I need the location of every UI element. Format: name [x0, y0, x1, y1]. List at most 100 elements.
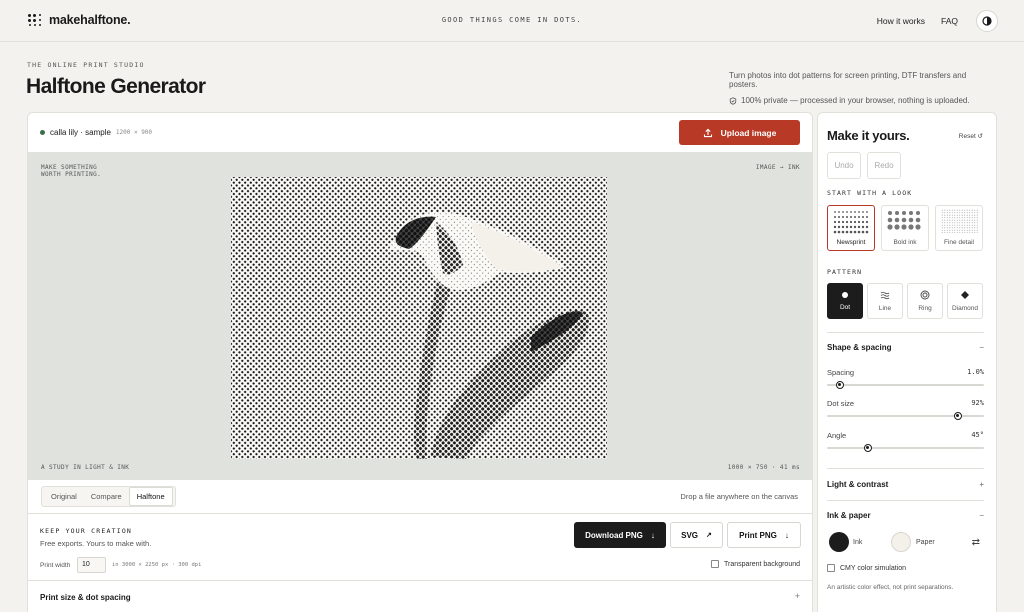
expand-icon: + — [979, 480, 984, 489]
theme-toggle-button[interactable] — [976, 10, 998, 32]
workspace-panel: calla lily · sample 1200 × 900 Upload im… — [27, 112, 813, 612]
angle-knob[interactable] — [864, 444, 873, 452]
pattern-diamond-label: Diamond — [951, 305, 978, 312]
canvas-caption-bottom-left: A STUDY IN LIGHT & INK — [41, 464, 130, 471]
paper-color-swatch[interactable] — [891, 532, 911, 552]
drop-hint: Drop a file anywhere on the canvas — [680, 492, 798, 501]
upload-image-button[interactable]: Upload image — [679, 120, 800, 145]
pattern-diamond[interactable]: Diamond — [947, 283, 983, 319]
angle-slider[interactable]: Angle 45° — [827, 431, 984, 452]
look-bold-ink[interactable]: Bold ink — [881, 205, 929, 251]
transparent-label: Transparent background — [723, 560, 800, 568]
tab-compare[interactable]: Compare — [84, 488, 129, 505]
spacing-value: 1.0% — [967, 368, 984, 376]
halftone-preview-image — [231, 177, 607, 459]
dot-size-knob[interactable] — [953, 412, 962, 420]
print-png-label: Print PNG — [739, 530, 777, 540]
collapse-icon: − — [979, 511, 984, 520]
reset-button[interactable]: Reset ↺ — [959, 132, 983, 140]
diamond-icon — [961, 291, 969, 299]
print-png-button[interactable]: Print PNG ↓ — [727, 522, 801, 548]
nav-how-it-works[interactable]: How it works — [877, 16, 925, 26]
bold-ink-preview-icon — [887, 211, 921, 230]
print-width-input[interactable]: 10 — [77, 557, 106, 573]
canvas-caption-top-left: MAKE SOMETHING WORTH PRINTING. — [41, 164, 102, 178]
spacing-label: Spacing — [827, 368, 855, 377]
dot-size-slider[interactable]: Dot size 92% — [827, 399, 984, 420]
look-fine-detail[interactable]: Fine detail — [935, 205, 983, 251]
angle-track[interactable] — [827, 447, 984, 449]
angle-value: 45° — [971, 431, 984, 439]
fine-detail-preview-icon — [941, 209, 979, 233]
redo-button[interactable]: Redo — [867, 152, 901, 179]
file-name: calla lily · sample — [50, 128, 111, 137]
download-png-label: Download PNG — [585, 530, 643, 540]
pattern-line[interactable]: Line — [867, 283, 903, 319]
eyebrow: THE ONLINE PRINT STUDIO — [27, 61, 145, 69]
pattern-dot-label: Dot — [839, 304, 851, 311]
controls-panel: Make it yours. Reset ↺ Undo Redo START W… — [817, 112, 997, 612]
shape-spacing-title: Shape & spacing — [827, 343, 892, 352]
shape-spacing-section[interactable]: Shape & spacing − — [827, 343, 984, 352]
spacing-knob[interactable] — [835, 381, 844, 389]
ring-icon — [920, 290, 930, 300]
expand-icon: + — [794, 591, 800, 601]
divider — [827, 500, 984, 501]
export-section: KEEP YOUR CREATION Free exports. Yours t… — [28, 513, 812, 612]
print-size-section[interactable]: Print size & dot spacing + — [28, 580, 812, 612]
look-fine-detail-label: Fine detail — [944, 239, 974, 246]
export-subtitle: Free exports. Yours to make with. — [40, 539, 152, 548]
dot-icon — [842, 292, 848, 298]
canvas-caption-top-right: IMAGE → INK — [755, 164, 800, 171]
svg-button[interactable]: SVG ↗ — [670, 522, 723, 548]
print-size-label: Print size & dot spacing — [40, 593, 131, 602]
ink-paper-section[interactable]: Ink & paper − — [827, 511, 984, 520]
cmy-toggle[interactable]: CMY color simulation — [827, 564, 906, 572]
print-width-label: Print width — [40, 562, 71, 569]
cmy-label: CMY color simulation — [840, 564, 907, 572]
canvas-caption-bottom-right: 1000 × 750 · 41 ms — [727, 464, 800, 471]
newsprint-preview-icon — [833, 211, 869, 234]
undo-button[interactable]: Undo — [827, 152, 861, 179]
privacy-note: 100% private — processed in your browser… — [741, 96, 970, 105]
look-bold-ink-label: Bold ink — [893, 239, 917, 246]
tab-halftone[interactable]: Halftone — [128, 487, 173, 506]
pattern-label: PATTERN — [827, 268, 863, 276]
arrow-down-icon: ↓ — [784, 530, 789, 540]
spacing-slider[interactable]: Spacing 1.0% — [827, 368, 984, 389]
nav-faq[interactable]: FAQ — [941, 16, 958, 26]
svg-label: SVG — [681, 530, 699, 540]
upload-label: Upload image — [720, 127, 777, 138]
divider — [827, 468, 984, 469]
pattern-ring-label: Ring — [918, 305, 932, 312]
print-width-units: in 3000 × 2250 px · 300 dpi — [112, 562, 202, 568]
download-png-button[interactable]: Download PNG ↓ — [574, 522, 666, 548]
dot-size-label: Dot size — [827, 399, 855, 408]
wave-lines-icon — [880, 291, 890, 299]
top-bar: makehalftone. GOOD THINGS COME IN DOTS. … — [0, 0, 1024, 42]
transparent-checkbox[interactable] — [710, 560, 719, 568]
page-title: Halftone Generator — [26, 75, 206, 98]
cmy-checkbox[interactable] — [827, 564, 835, 572]
paper-label: Paper — [916, 539, 935, 546]
pattern-dot[interactable]: Dot — [827, 283, 863, 319]
transparent-background-toggle[interactable]: Transparent background — [710, 560, 800, 568]
light-contrast-section[interactable]: Light & contrast + — [827, 480, 984, 489]
swap-colors-icon[interactable]: ⇄ — [972, 537, 980, 548]
look-newsprint[interactable]: Newsprint — [827, 205, 875, 251]
intro: Turn photos into dot patterns for screen… — [729, 71, 994, 105]
file-info: calla lily · sample 1200 × 900 — [40, 128, 152, 137]
collapse-icon: − — [979, 343, 984, 352]
status-dot — [40, 130, 45, 135]
ink-color-swatch[interactable] — [829, 532, 849, 552]
nav: How it works FAQ — [877, 16, 958, 26]
arrow-up-right-icon: ↗ — [706, 532, 712, 539]
tagline: GOOD THINGS COME IN DOTS. — [441, 16, 583, 24]
tab-original[interactable]: Original — [44, 488, 84, 505]
ink-label: Ink — [853, 539, 863, 546]
intro-text: Turn photos into dot patterns for screen… — [729, 71, 967, 89]
preview-canvas[interactable]: MAKE SOMETHING WORTH PRINTING. IMAGE → I… — [28, 152, 812, 480]
pattern-ring[interactable]: Ring — [907, 283, 943, 319]
angle-label: Angle — [827, 431, 847, 440]
spacing-track[interactable] — [827, 384, 984, 386]
